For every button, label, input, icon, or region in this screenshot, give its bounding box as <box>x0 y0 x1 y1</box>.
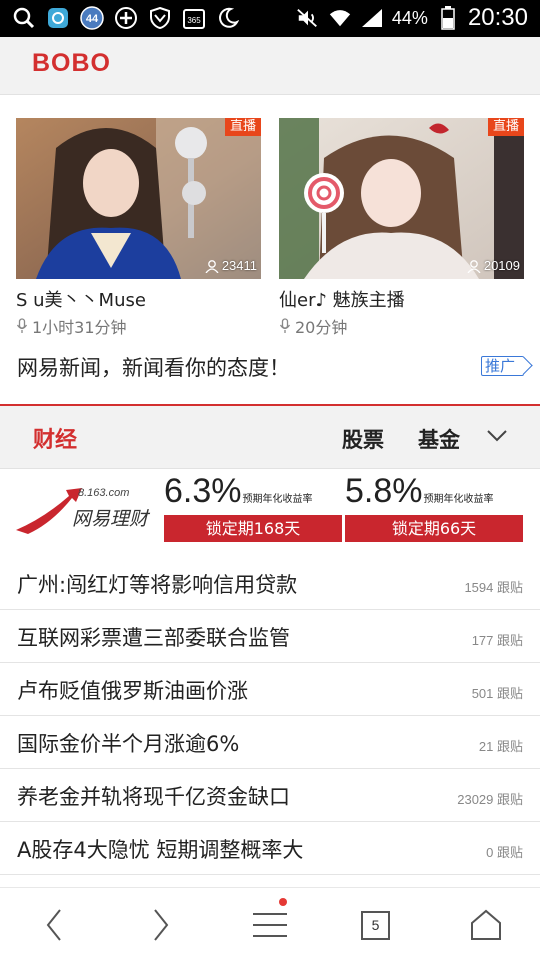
lock-period-button[interactable]: 锁定期168天 <box>164 515 342 542</box>
viewer-count: 23411 <box>205 258 257 273</box>
live-card-1[interactable]: 直播 23411 S u美丶丶Muse 1小时31分钟 <box>16 118 261 338</box>
news-title: A股存4大隐忧 短期调整概率大 <box>17 838 304 862</box>
news-title: 互联网彩票遭三部委联合监管 <box>17 626 290 650</box>
live-card-2[interactable]: 直播 20109 仙er♪ 魅族主播 20分钟 <box>279 118 524 338</box>
moon-icon <box>216 6 240 30</box>
live-card-title: 仙er♪ 魅族主播 <box>279 290 405 311</box>
licai-product-1[interactable]: 6.3%预期年化收益率 锁定期168天 <box>164 472 342 542</box>
live-duration: 1小时31分钟 <box>16 314 261 338</box>
news-title: 卢布贬值俄罗斯油画价涨 <box>17 679 248 703</box>
forward-icon <box>154 908 169 941</box>
comment-count: 1594 跟贴 <box>464 580 523 595</box>
live-duration-value: 20分钟 <box>295 318 348 337</box>
comment-count: 177 跟贴 <box>471 633 523 648</box>
notification-dot <box>279 898 287 906</box>
badge-44-number: 44 <box>86 13 99 25</box>
battery-icon <box>436 6 460 30</box>
rate-value: 5.8% <box>345 472 423 510</box>
bobo-title: BOBO <box>32 49 111 77</box>
news-title: 养老金并轨将现千亿资金缺口 <box>17 785 290 809</box>
calendar-365-icon: 365 <box>182 6 206 30</box>
finance-section-header: 财经 股票 基金 <box>0 404 540 469</box>
signal-icon <box>360 6 384 30</box>
bottom-navigation: 5 <box>0 887 540 960</box>
news-title: 国际金价半个月涨逾6% <box>17 732 240 756</box>
news-item[interactable]: 国际金价半个月涨逾6% 21 跟贴 <box>0 716 540 769</box>
news-item[interactable]: 互联网彩票遭三部委联合监管 177 跟贴 <box>0 610 540 663</box>
status-bar: 44 365 44% 20:30 <box>0 0 540 37</box>
clock: 20:30 <box>467 4 528 31</box>
mute-icon <box>296 6 320 30</box>
comment-count: 0 跟贴 <box>486 845 523 860</box>
calendar-365-label: 365 <box>187 16 201 25</box>
live-duration-value: 1小时31分钟 <box>32 318 127 337</box>
menu-icon <box>253 912 287 937</box>
tabs-icon: 5 <box>361 911 390 940</box>
camera-app-icon <box>46 6 70 30</box>
live-badge: 直播 <box>487 118 524 136</box>
promo-banner[interactable]: 网易新闻，新闻看你的态度！ 推广 <box>17 352 524 384</box>
status-system-icons: 44% 20:30 <box>296 4 528 32</box>
news-item[interactable]: 卢布贬值俄罗斯油画价涨 501 跟贴 <box>0 663 540 716</box>
home-icon <box>471 909 501 940</box>
battery-percent: 44% <box>391 7 428 28</box>
licai-domain: 8.163.com <box>78 487 130 499</box>
forward-button[interactable] <box>131 888 191 960</box>
licai-brand: 网易理财 <box>72 508 149 530</box>
lock-period-button[interactable]: 锁定期66天 <box>345 515 523 542</box>
comment-count: 501 跟贴 <box>471 686 523 701</box>
back-button[interactable] <box>24 888 84 960</box>
viewer-count-value: 20109 <box>483 258 520 273</box>
live-card-title: S u美丶丶Muse <box>16 290 146 311</box>
licai-ad[interactable]: 8.163.com 网易理财 6.3%预期年化收益率 锁定期168天 5.8%预… <box>0 470 540 555</box>
comment-count: 23029 跟贴 <box>457 792 523 807</box>
rate-note: 预期年化收益率 <box>423 494 494 505</box>
badge-44-icon: 44 <box>80 6 104 30</box>
user-icon <box>467 259 481 273</box>
search-icon <box>12 6 36 30</box>
news-title: 广州:闯红灯等将影响信用贷款 <box>17 573 298 597</box>
microphone-icon <box>16 318 28 333</box>
licai-product-2[interactable]: 5.8%预期年化收益率 锁定期66天 <box>345 472 523 542</box>
news-item[interactable]: 养老金并轨将现千亿资金缺口 23029 跟贴 <box>0 769 540 822</box>
user-icon <box>205 259 219 273</box>
promo-text: 网易新闻，新闻看你的态度！ <box>17 356 290 380</box>
viewer-count: 20109 <box>467 258 520 273</box>
tab-funds[interactable]: 基金 <box>418 424 460 454</box>
live-duration: 20分钟 <box>279 314 524 338</box>
plus-circle-icon <box>114 6 138 30</box>
finance-title[interactable]: 财经 <box>33 422 77 454</box>
tabs-button[interactable]: 5 <box>348 888 408 960</box>
viewer-count-value: 23411 <box>221 258 257 273</box>
microphone-icon <box>279 318 291 333</box>
bobo-section-header[interactable]: BOBO <box>0 37 540 95</box>
news-item[interactable]: 广州:闯红灯等将影响信用贷款 1594 跟贴 <box>0 557 540 610</box>
shield-icon <box>148 6 172 30</box>
finance-news-list: 广州:闯红灯等将影响信用贷款 1594 跟贴 互联网彩票遭三部委联合监管 177… <box>0 557 540 875</box>
live-badge: 直播 <box>224 118 261 136</box>
live-thumbnail: 直播 23411 <box>16 118 261 279</box>
wifi-icon <box>328 6 352 30</box>
status-notification-icons: 44 365 <box>12 6 240 30</box>
chevron-down-icon[interactable] <box>486 428 508 447</box>
back-icon <box>46 908 61 941</box>
comment-count: 21 跟贴 <box>478 739 523 754</box>
rate-note: 预期年化收益率 <box>242 494 313 505</box>
promo-tag: 推广 <box>480 356 524 376</box>
live-thumbnail: 直播 20109 <box>279 118 524 279</box>
tab-stocks[interactable]: 股票 <box>342 424 384 454</box>
news-item[interactable]: A股存4大隐忧 短期调整概率大 0 跟贴 <box>0 822 540 875</box>
home-button[interactable] <box>456 888 516 960</box>
rate-value: 6.3% <box>164 472 242 510</box>
menu-button[interactable] <box>240 888 300 960</box>
